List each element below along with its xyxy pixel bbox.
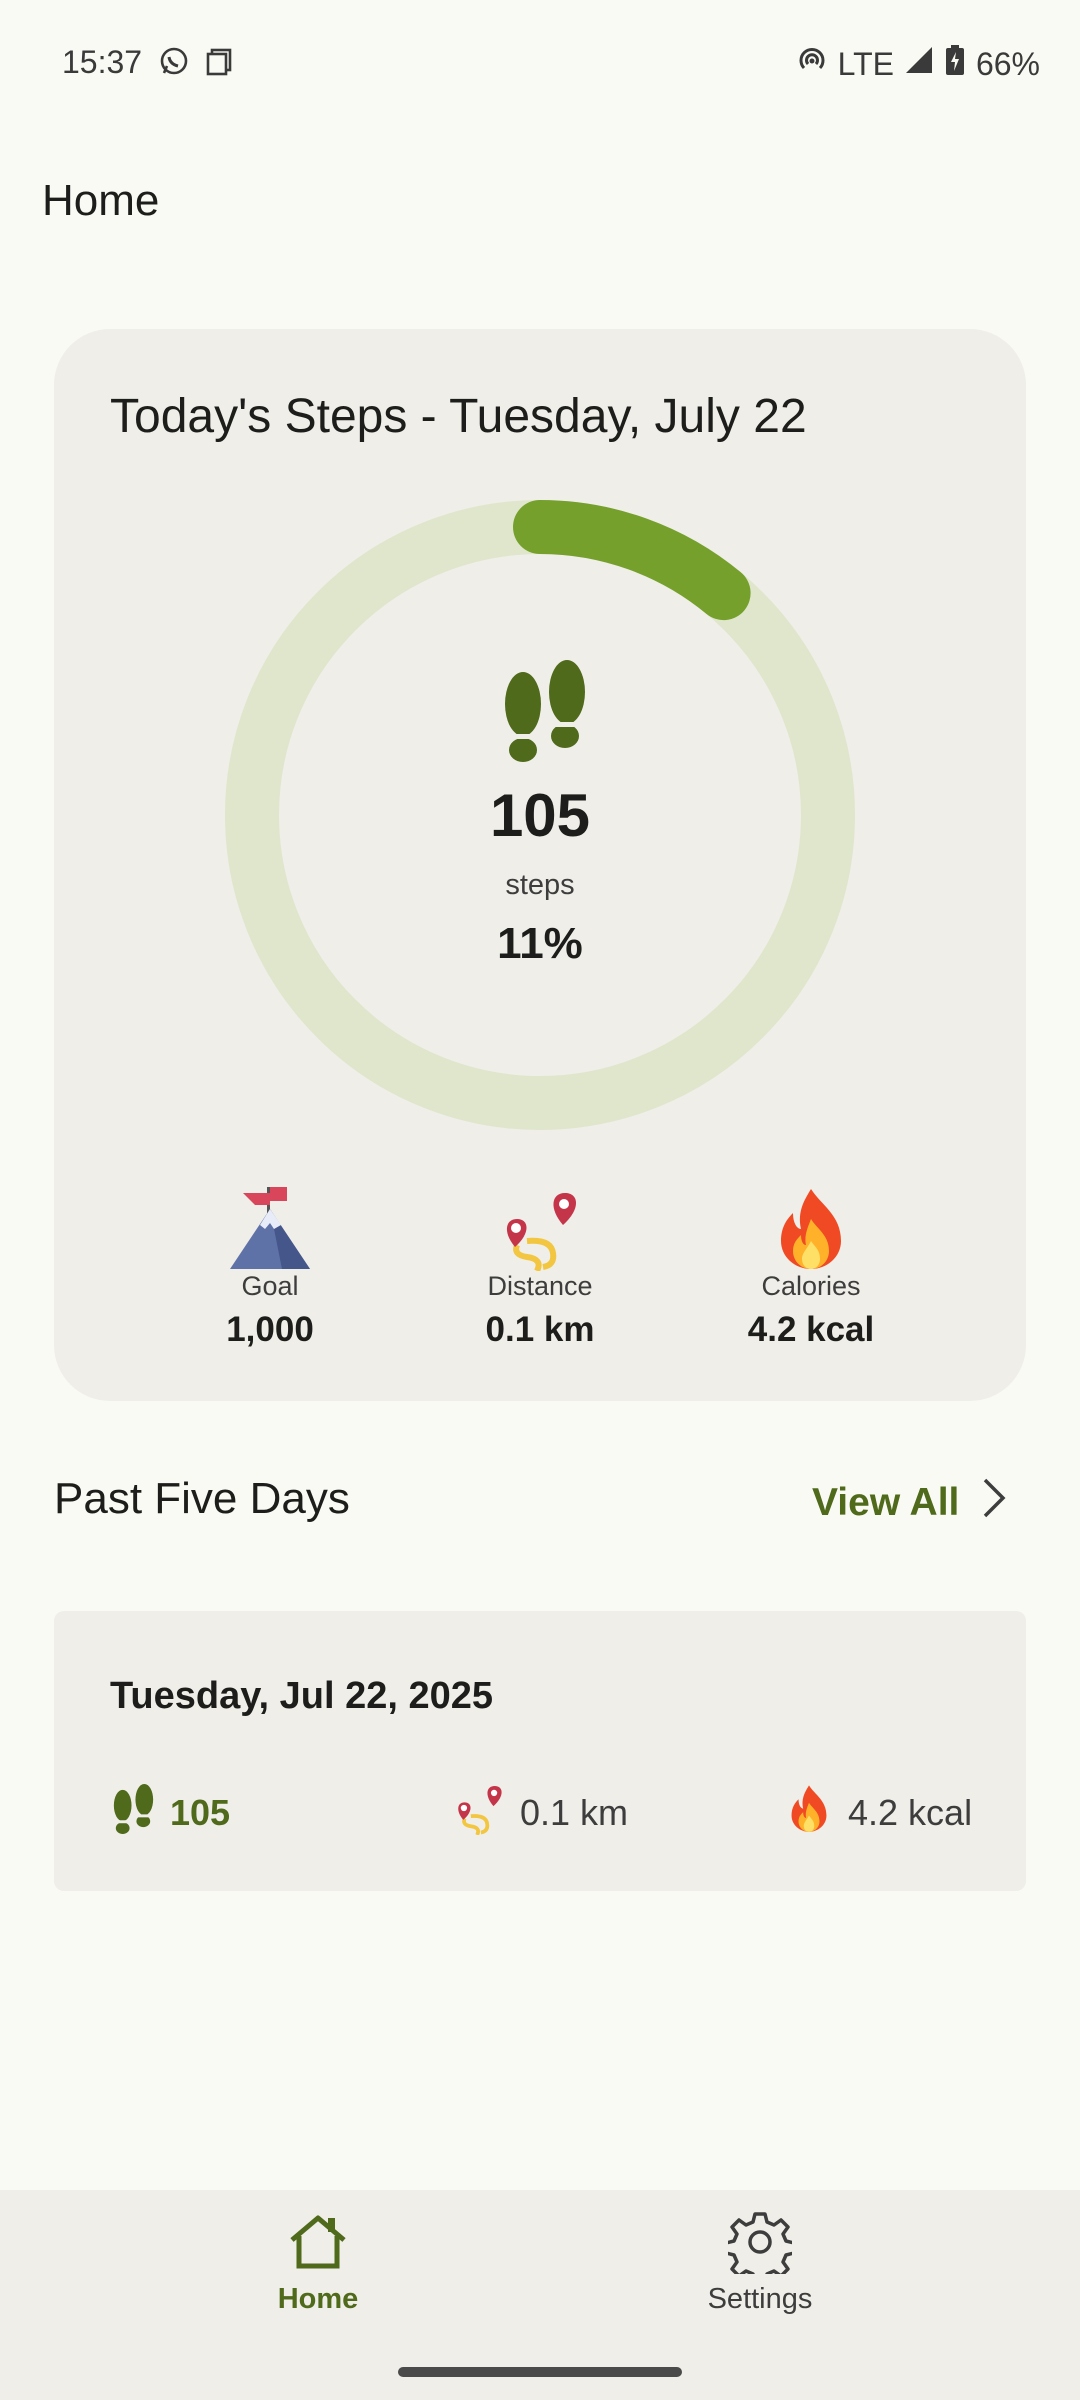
route-pin-icon bbox=[452, 1781, 506, 1844]
stat-distance-label: Distance bbox=[487, 1271, 593, 1301]
nav-settings[interactable]: Settings bbox=[660, 2210, 860, 2316]
stat-goal-label: Goal bbox=[241, 1271, 299, 1301]
past-days-title: Past Five Days bbox=[54, 1474, 350, 1523]
home-indicator[interactable] bbox=[398, 2367, 682, 2377]
fire-icon bbox=[768, 1185, 854, 1271]
history-distance-value: 0.1 km bbox=[520, 1791, 629, 1833]
stat-distance-value: 0.1 km bbox=[485, 1310, 595, 1349]
nav-home[interactable]: Home bbox=[218, 2210, 418, 2316]
status-time: 15:37 bbox=[62, 44, 234, 84]
nav-settings-label: Settings bbox=[707, 2283, 813, 2315]
history-distance: 0.1 km bbox=[452, 1781, 628, 1844]
today-card-title: Today's Steps - Tuesday, July 22 bbox=[110, 390, 807, 443]
today-steps-card[interactable]: Today's Steps - Tuesday, July 22 105 ste… bbox=[54, 329, 1026, 1401]
history-steps: 105 bbox=[110, 1781, 230, 1844]
network-label: LTE bbox=[837, 45, 894, 82]
chevron-right-icon bbox=[979, 1476, 1009, 1530]
stat-calories-label: Calories bbox=[761, 1271, 861, 1301]
stat-distance: Distance 0.1 km bbox=[410, 1185, 670, 1350]
step-unit: steps bbox=[505, 869, 575, 901]
stat-calories: Calories 4.2 kcal bbox=[681, 1185, 941, 1350]
notification-icon bbox=[204, 46, 234, 84]
route-pin-icon bbox=[497, 1185, 583, 1273]
history-calories-value: 4.2 kcal bbox=[848, 1791, 973, 1833]
status-indicators: LTE 66% bbox=[796, 44, 1040, 84]
history-steps-value: 105 bbox=[170, 1791, 231, 1833]
footprints-icon bbox=[499, 654, 589, 764]
page-title: Home bbox=[42, 176, 160, 225]
step-count: 105 bbox=[489, 782, 591, 849]
nav-home-label: Home bbox=[277, 2283, 359, 2315]
mountain-flag-icon bbox=[227, 1185, 313, 1271]
view-all-label: View All bbox=[812, 1481, 960, 1524]
battery-percent: 66% bbox=[975, 45, 1040, 82]
view-all-link[interactable]: View All bbox=[812, 1476, 1009, 1530]
gear-icon bbox=[660, 2210, 860, 2284]
stat-goal: Goal 1,000 bbox=[140, 1185, 400, 1350]
goal-percent: 11% bbox=[497, 919, 583, 968]
battery-icon bbox=[944, 44, 966, 84]
whatsapp-icon bbox=[159, 46, 189, 84]
hotspot-icon bbox=[796, 44, 828, 84]
stat-calories-value: 4.2 kcal bbox=[747, 1310, 875, 1349]
home-icon bbox=[218, 2210, 418, 2279]
signal-icon bbox=[904, 45, 934, 83]
history-date: Tuesday, Jul 22, 2025 bbox=[110, 1675, 494, 1717]
stat-goal-value: 1,000 bbox=[226, 1310, 314, 1349]
history-day-card[interactable]: Tuesday, Jul 22, 2025 105 0.1 km 4.2 kca… bbox=[54, 1611, 1026, 1891]
footprints-icon bbox=[110, 1781, 156, 1844]
fire-icon bbox=[784, 1781, 834, 1844]
history-calories: 4.2 kcal bbox=[784, 1781, 972, 1844]
